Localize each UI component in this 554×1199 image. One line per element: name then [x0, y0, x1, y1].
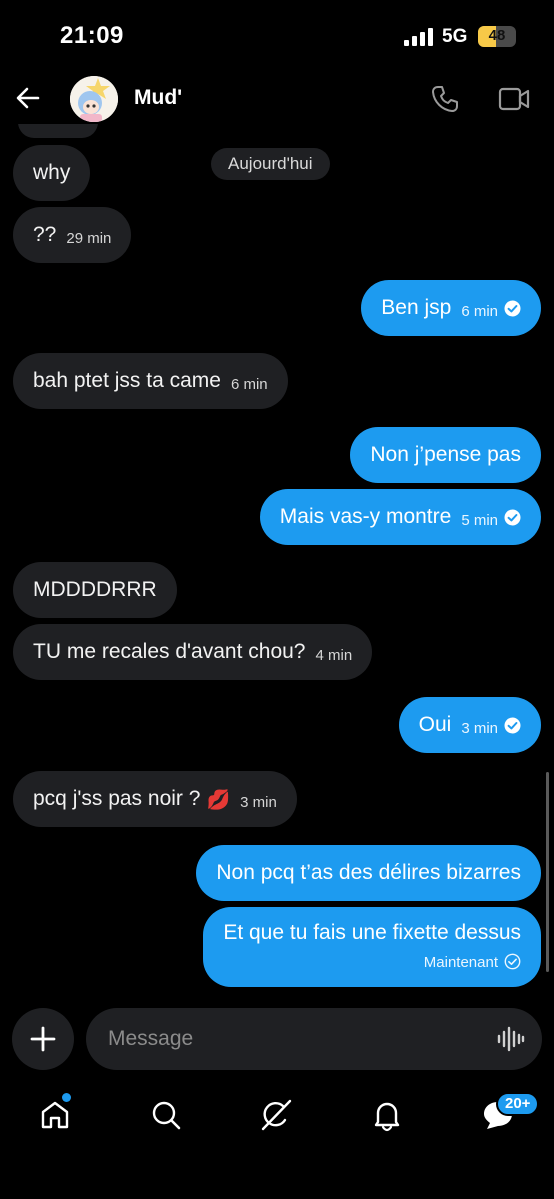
- message-text: TU me recales d'avant chou?: [33, 640, 306, 663]
- phone-icon[interactable]: [430, 84, 460, 114]
- check-circle-icon: [504, 953, 521, 970]
- message-time: 3 min: [461, 720, 498, 737]
- avatar-illustration: [70, 76, 118, 122]
- message-bubble-out[interactable]: Et que tu fais une fixette dessus Mainte…: [203, 907, 541, 987]
- check-circle-icon: [504, 509, 521, 526]
- bottom-navigation: 20+: [0, 1080, 554, 1199]
- message-text: Non j’pense pas: [370, 443, 521, 466]
- message-bubble-in[interactable]: pcq j'ss pas noir ? 💋 3 min: [13, 771, 297, 827]
- search-icon[interactable]: [149, 1098, 183, 1132]
- message-time: 3 min: [240, 794, 277, 811]
- message-list[interactable]: Aujourd'hui why ?? 29 min Ben jsp 6 min ba…: [0, 124, 554, 998]
- message-time: 4 min: [315, 647, 353, 664]
- check-circle-icon: [504, 717, 521, 734]
- contact-name[interactable]: Mud': [134, 86, 182, 110]
- message-time: 29 min: [66, 230, 112, 247]
- message-time: 6 min: [461, 303, 498, 320]
- conversation-header: Mud': [0, 74, 554, 124]
- message-text: ??: [33, 223, 57, 246]
- message-bubble-out[interactable]: Non j’pense pas: [350, 427, 541, 483]
- home-icon[interactable]: [38, 1098, 72, 1132]
- message-time: Maintenant: [423, 954, 498, 971]
- message-text: pcq j'ss pas noir ?: [33, 787, 201, 810]
- home-notification-dot: [62, 1093, 71, 1102]
- message-bubble-out[interactable]: Oui 3 min: [398, 697, 541, 753]
- message-text: bah ptet jss ta came: [33, 369, 221, 392]
- message-text: why: [33, 161, 71, 184]
- message-bubble-out[interactable]: Non pcq t’as des délires bizarres: [196, 845, 541, 901]
- add-attachment-button[interactable]: [12, 1008, 74, 1070]
- scrollbar[interactable]: [546, 772, 549, 972]
- message-bubble-out[interactable]: Ben jsp 6 min: [361, 280, 541, 336]
- grok-icon[interactable]: [259, 1098, 293, 1132]
- avatar[interactable]: [70, 76, 118, 122]
- check-circle-icon: [504, 300, 521, 317]
- message-text: Non pcq t’as des délires bizarres: [216, 861, 521, 884]
- message-text: Ben jsp: [381, 296, 452, 319]
- message-composer: Message: [0, 1006, 554, 1072]
- message-text: MDDDDRRR: [33, 578, 157, 601]
- network-type: 5G: [442, 26, 468, 47]
- plus-icon: [30, 1026, 56, 1052]
- kiss-mark-emoji: 💋: [206, 790, 231, 811]
- message-bubble-in[interactable]: TU me recales d'avant chou? 4 min: [13, 624, 373, 680]
- message-bubble-in[interactable]: why: [13, 145, 91, 201]
- message-bubble-in[interactable]: MDDDDRRR: [13, 562, 177, 618]
- message-time: 5 min: [461, 512, 498, 529]
- message-input-placeholder: Message: [108, 1027, 194, 1050]
- message-bubble-in[interactable]: ?? 29 min: [13, 207, 132, 263]
- message-text: Et que tu fais une fixette dessus: [223, 921, 521, 944]
- battery-percent: 48: [488, 27, 506, 44]
- back-arrow-icon[interactable]: [14, 84, 42, 112]
- battery-icon: 48: [478, 26, 516, 47]
- voice-wave-icon[interactable]: [497, 1026, 525, 1052]
- signal-icon: [404, 28, 433, 46]
- messages-badge: 20+: [496, 1092, 540, 1116]
- message-meta: Maintenant: [223, 953, 521, 971]
- message-bubble-in[interactable]: bah ptet jss ta came 6 min: [13, 353, 288, 409]
- video-camera-icon[interactable]: [498, 86, 530, 112]
- bell-icon[interactable]: [370, 1098, 404, 1132]
- date-separator: Aujourd'hui: [211, 148, 330, 180]
- message-time: 6 min: [230, 376, 268, 393]
- message-text: Mais vas-y montre: [279, 505, 452, 528]
- message-bubble-out[interactable]: Mais vas-y montre 5 min: [259, 489, 541, 545]
- status-bar: 21:09 5G 48: [0, 0, 554, 74]
- message-text: Oui: [418, 713, 452, 736]
- status-time: 21:09: [60, 22, 124, 49]
- previous-message-bubble[interactable]: [18, 124, 98, 138]
- message-input[interactable]: Message: [86, 1008, 542, 1070]
